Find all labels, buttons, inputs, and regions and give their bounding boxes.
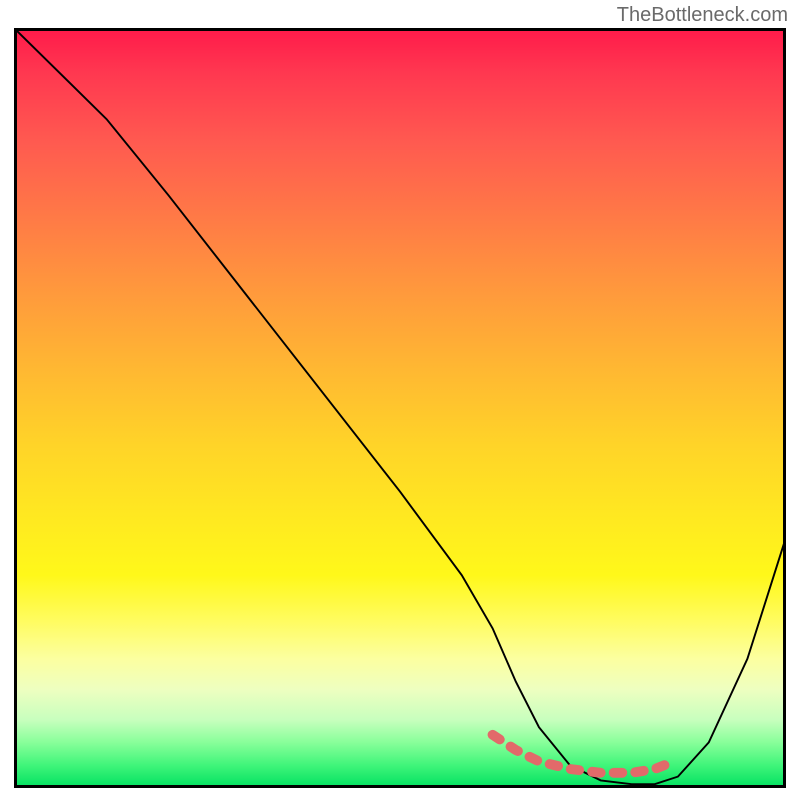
bottleneck-curve-line bbox=[14, 28, 786, 784]
optimal-flat-region-marker bbox=[493, 735, 674, 773]
chart-svg-layer bbox=[14, 28, 786, 788]
chart-container bbox=[14, 28, 786, 788]
watermark-text: TheBottleneck.com bbox=[617, 4, 788, 27]
